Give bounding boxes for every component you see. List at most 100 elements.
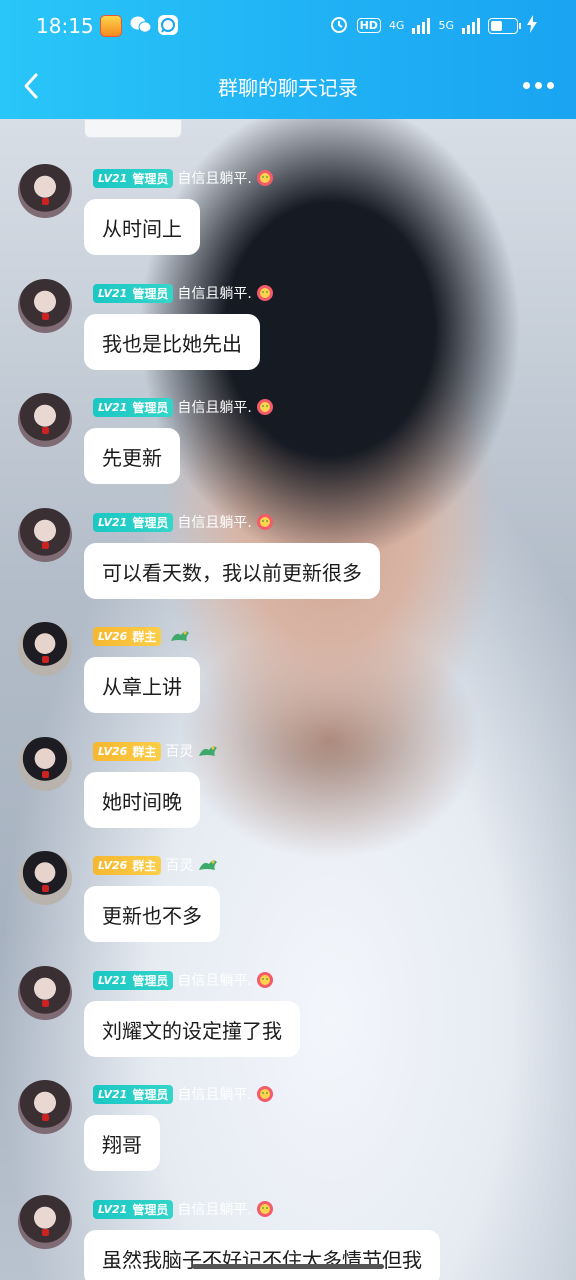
- nav-bar: 群聊的聊天记录: [0, 55, 576, 115]
- role-label: 群主: [132, 629, 157, 644]
- flower-face-icon: [256, 169, 274, 187]
- avatar[interactable]: [18, 966, 72, 1020]
- flower-face-icon: [256, 971, 274, 989]
- avatar[interactable]: [18, 1080, 72, 1134]
- charging-icon: [526, 15, 538, 36]
- avatar[interactable]: [18, 164, 72, 218]
- role-label: 管理员: [132, 400, 169, 415]
- hd-badge: HD: [356, 18, 381, 33]
- flower-face-icon: [256, 398, 274, 416]
- message-bubble[interactable]: 虽然我脑子不好记不住太多情节但我: [84, 1230, 440, 1280]
- flower-face-icon: [256, 1085, 274, 1103]
- level-number: LV26: [98, 858, 128, 872]
- level-badge: LV21 管理员: [93, 168, 174, 188]
- previous-image-message[interactable]: [84, 119, 182, 138]
- sender-name[interactable]: 自信且躺平.: [177, 397, 251, 417]
- sender-name[interactable]: 自信且躺平.: [177, 970, 251, 990]
- level-badge: LV21 管理员: [93, 397, 174, 417]
- level-badge: LV26 群主: [93, 626, 162, 646]
- dragon-icon: [169, 627, 190, 645]
- role-label: 管理员: [132, 973, 169, 988]
- role-label: 管理员: [132, 1087, 169, 1102]
- sender-meta: LV26 群主: [93, 626, 190, 646]
- message-bubble[interactable]: 更新也不多: [84, 886, 220, 942]
- level-badge: LV21 管理员: [93, 1084, 174, 1104]
- sender-name[interactable]: 百灵: [165, 741, 193, 761]
- status-right: HD 4G 5G: [329, 14, 538, 37]
- avatar[interactable]: [18, 1195, 72, 1249]
- sender-name[interactable]: 自信且躺平.: [177, 1199, 251, 1219]
- status-time: 18:15: [36, 14, 94, 38]
- sender-name[interactable]: 自信且躺平.: [177, 168, 251, 188]
- sender-name[interactable]: 自信且躺平.: [177, 512, 251, 532]
- avatar[interactable]: [18, 508, 72, 562]
- status-bar: 18:15 HD 4G 5G: [0, 0, 576, 50]
- signal-4g-label: 4G: [388, 19, 405, 32]
- sender-meta: LV21 管理员 自信且躺平.: [93, 1084, 274, 1104]
- sender-meta: LV21 管理员 自信且躺平.: [93, 512, 274, 532]
- flower-face-icon: [256, 284, 274, 302]
- signal-5g-label: 5G: [438, 19, 454, 32]
- avatar[interactable]: [18, 737, 72, 791]
- home-indicator[interactable]: [192, 1264, 384, 1269]
- game-app-icon: [100, 15, 122, 37]
- role-label: 管理员: [132, 515, 169, 530]
- level-number: LV26: [98, 744, 128, 758]
- sender-meta: LV21 管理员 自信且躺平.: [93, 1199, 274, 1219]
- signal-4g-icon: [412, 17, 431, 34]
- sender-meta: LV26 群主 百灵: [93, 741, 218, 761]
- signal-5g-icon: [462, 17, 480, 34]
- sender-name[interactable]: 百灵: [165, 855, 193, 875]
- role-label: 管理员: [132, 1202, 169, 1217]
- page-title: 群聊的聊天记录: [218, 76, 358, 100]
- wechat-icon: [130, 15, 152, 35]
- level-badge: LV21 管理员: [93, 512, 174, 532]
- alarm-icon: [329, 14, 349, 37]
- level-number: LV26: [98, 629, 128, 643]
- level-number: LV21: [98, 973, 128, 987]
- sender-meta: LV21 管理员 自信且躺平.: [93, 168, 274, 188]
- avatar[interactable]: [18, 393, 72, 447]
- qq-icon: [158, 15, 178, 35]
- avatar[interactable]: [18, 622, 72, 676]
- level-badge: LV21 管理员: [93, 1199, 174, 1219]
- level-badge: LV21 管理员: [93, 970, 174, 990]
- level-number: LV21: [98, 1202, 128, 1216]
- sender-name[interactable]: 自信且躺平.: [177, 283, 251, 303]
- sender-name[interactable]: 自信且躺平.: [177, 1084, 251, 1104]
- level-badge: LV26 群主: [93, 741, 162, 761]
- message-bubble[interactable]: 她时间晚: [84, 772, 200, 828]
- role-label: 管理员: [132, 286, 169, 301]
- flower-face-icon: [256, 513, 274, 531]
- avatar[interactable]: [18, 851, 72, 905]
- message-bubble[interactable]: 翔哥: [84, 1115, 160, 1171]
- chat-history[interactable]: LV21 管理员 自信且躺平. 从时间上 LV21 管理员 自信且躺平. 我也是比她先出 LV2…: [0, 119, 576, 1280]
- avatar[interactable]: [18, 279, 72, 333]
- role-label: 群主: [132, 744, 157, 759]
- top-bar: 18:15 HD 4G 5G 群聊的聊天记录: [0, 0, 576, 119]
- role-label: 群主: [132, 858, 157, 873]
- message-bubble[interactable]: 可以看天数，我以前更新很多: [84, 543, 380, 599]
- role-label: 管理员: [132, 171, 169, 186]
- sender-meta: LV26 群主 百灵: [93, 855, 218, 875]
- sender-meta: LV21 管理员 自信且躺平.: [93, 397, 274, 417]
- level-number: LV21: [98, 1087, 128, 1101]
- battery-icon: [488, 17, 521, 34]
- sender-meta: LV21 管理员 自信且躺平.: [93, 283, 274, 303]
- level-number: LV21: [98, 286, 128, 300]
- sender-meta: LV21 管理员 自信且躺平.: [93, 970, 274, 990]
- level-badge: LV26 群主: [93, 855, 162, 875]
- level-number: LV21: [98, 400, 128, 414]
- message-bubble[interactable]: 从时间上: [84, 199, 200, 255]
- level-number: LV21: [98, 515, 128, 529]
- message-bubble[interactable]: 我也是比她先出: [84, 314, 260, 370]
- message-bubble[interactable]: 先更新: [84, 428, 180, 484]
- message-bubble[interactable]: 从章上讲: [84, 657, 200, 713]
- message-bubble[interactable]: 刘耀文的设定撞了我: [84, 1001, 300, 1057]
- level-number: LV21: [98, 171, 128, 185]
- dragon-icon: [197, 856, 218, 874]
- dragon-icon: [197, 742, 218, 760]
- more-dots-icon[interactable]: [523, 82, 554, 89]
- level-badge: LV21 管理员: [93, 283, 174, 303]
- flower-face-icon: [256, 1200, 274, 1218]
